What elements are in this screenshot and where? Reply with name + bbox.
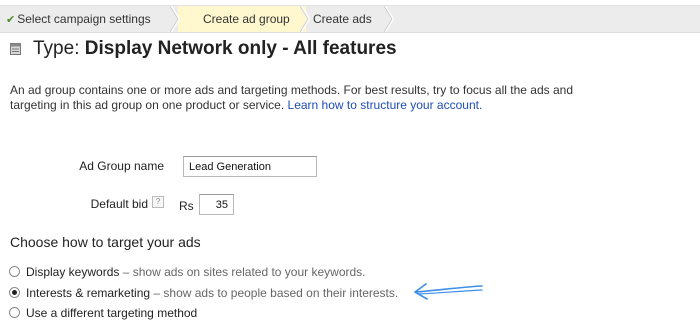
step-create-ads[interactable]: Create ads: [313, 6, 372, 32]
learn-structure-link[interactable]: Learn how to structure your account.: [288, 98, 483, 112]
step-separator: [170, 6, 180, 32]
step-separator: [384, 6, 394, 32]
step-select-campaign-settings[interactable]: ✔ Select campaign settings: [6, 6, 151, 32]
default-bid-input[interactable]: [199, 194, 234, 215]
step-create-ad-group[interactable]: Create ad group: [203, 6, 290, 32]
ad-group-name-label: Ad Group name: [79, 159, 164, 173]
radio-button[interactable]: [9, 266, 20, 277]
campaign-type: Display Network only - All features: [84, 38, 397, 59]
help-icon[interactable]: ?: [152, 196, 164, 208]
folder-icon: [10, 43, 21, 55]
ad-group-description: An ad group contains one or more ads and…: [10, 83, 573, 112]
campaign-wizard-breadcrumb: ✔ Select campaign settings Create ad grou…: [0, 5, 700, 33]
targeting-heading: Choose how to target your ads: [10, 234, 201, 250]
step-separator: [300, 6, 310, 32]
check-icon: ✔: [6, 14, 16, 26]
radio-button[interactable]: [9, 307, 20, 318]
radio-button-selected[interactable]: [9, 287, 20, 298]
type-prefix: Type:: [33, 38, 80, 59]
arrow-annotation-icon: [414, 283, 483, 300]
currency-label: Rs: [179, 199, 194, 213]
ad-group-name-input[interactable]: [183, 156, 317, 177]
default-bid-label: Default bid: [90, 197, 148, 211]
